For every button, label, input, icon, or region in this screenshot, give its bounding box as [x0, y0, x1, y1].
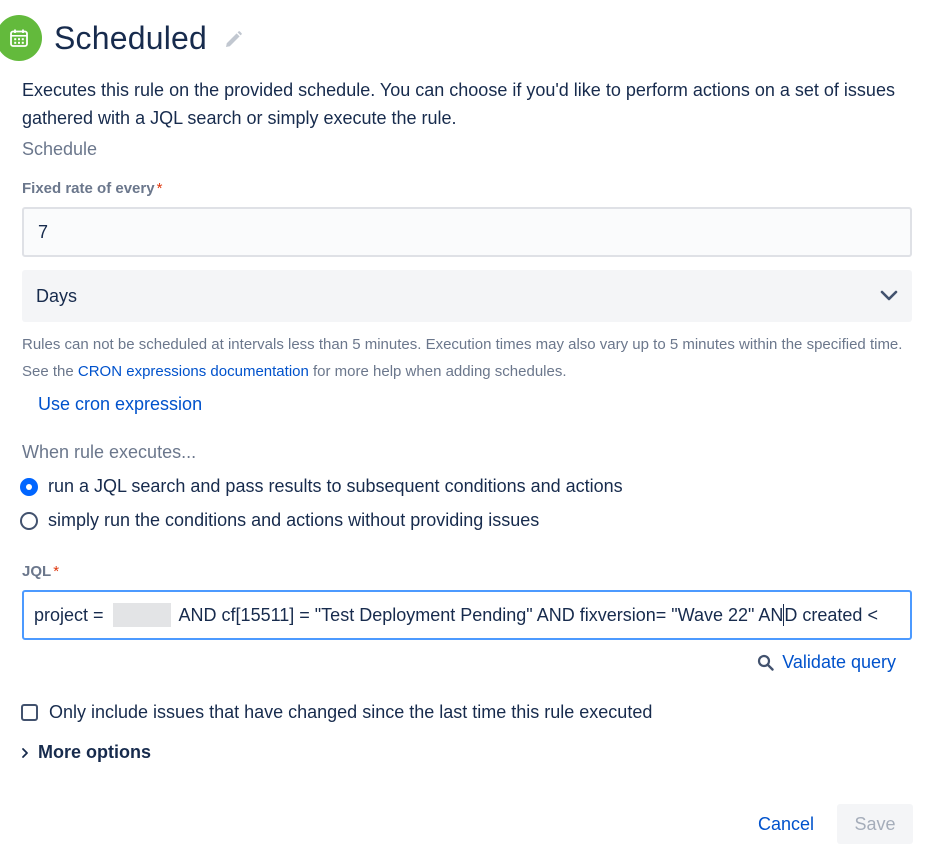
- page-title: Scheduled: [54, 19, 208, 56]
- only-changed-issues-option[interactable]: Only include issues that have changed si…: [21, 702, 652, 723]
- jql-suffix: D created <: [784, 604, 878, 625]
- chevron-right-icon: [21, 747, 29, 759]
- only-changed-label: Only include issues that have changed si…: [49, 702, 653, 722]
- radio-option-jql-search[interactable]: run a JQL search and pass results to sub…: [20, 476, 623, 497]
- cron-docs-link[interactable]: CRON expressions documentation: [78, 363, 309, 380]
- trigger-description: Executes this rule on the provided sched…: [22, 80, 895, 128]
- help-text-after: for more help when adding schedules.: [308, 363, 567, 380]
- radio-button[interactable]: [20, 511, 38, 530]
- radio-option-label: simply run the conditions and actions wi…: [48, 510, 540, 530]
- use-cron-expression-link[interactable]: Use cron expression: [38, 394, 202, 415]
- validate-query-label: Validate query: [782, 652, 896, 672]
- redacted-project-key: [112, 603, 171, 627]
- interval-unit-value: Days: [36, 285, 78, 306]
- search-icon: [757, 654, 774, 671]
- fixed-rate-label-text: Fixed rate of every: [22, 180, 155, 197]
- required-asterisk: *: [156, 180, 163, 197]
- chevron-down-icon: [880, 290, 898, 302]
- trigger-header: Scheduled: [0, 12, 243, 64]
- schedule-help-text: Rules can not be scheduled at intervals …: [22, 331, 912, 385]
- radio-button-selected[interactable]: [20, 477, 38, 496]
- interval-unit-select[interactable]: Days: [22, 270, 912, 322]
- more-options-label: More options: [38, 742, 151, 762]
- validate-query-button[interactable]: Validate query: [757, 652, 896, 673]
- more-options-toggle[interactable]: More options: [21, 742, 151, 763]
- fixed-rate-value: 7: [38, 221, 49, 242]
- fixed-rate-label: Fixed rate of every *: [22, 180, 162, 197]
- jql-prefix: project =: [34, 604, 109, 625]
- only-changed-checkbox[interactable]: [21, 704, 38, 721]
- schedule-section-label: Schedule: [22, 139, 98, 159]
- jql-label: JQL *: [22, 563, 59, 580]
- jql-mid: AND cf[15511] = "Test Deployment Pending…: [174, 604, 784, 625]
- save-button[interactable]: Save: [837, 804, 913, 844]
- required-asterisk: *: [53, 563, 60, 580]
- cancel-button[interactable]: Cancel: [748, 804, 824, 844]
- pencil-edit-icon[interactable]: [223, 30, 243, 50]
- jql-label-text: JQL: [22, 563, 52, 580]
- when-rule-executes-label: When rule executes...: [22, 442, 197, 462]
- radio-option-label: run a JQL search and pass results to sub…: [48, 476, 623, 496]
- calendar-icon: [0, 15, 42, 61]
- radio-option-run-without-issues[interactable]: simply run the conditions and actions wi…: [20, 510, 539, 531]
- fixed-rate-input[interactable]: 7: [22, 207, 912, 257]
- jql-query-input[interactable]: project = AND cf[15511] = "Test Deployme…: [22, 590, 912, 640]
